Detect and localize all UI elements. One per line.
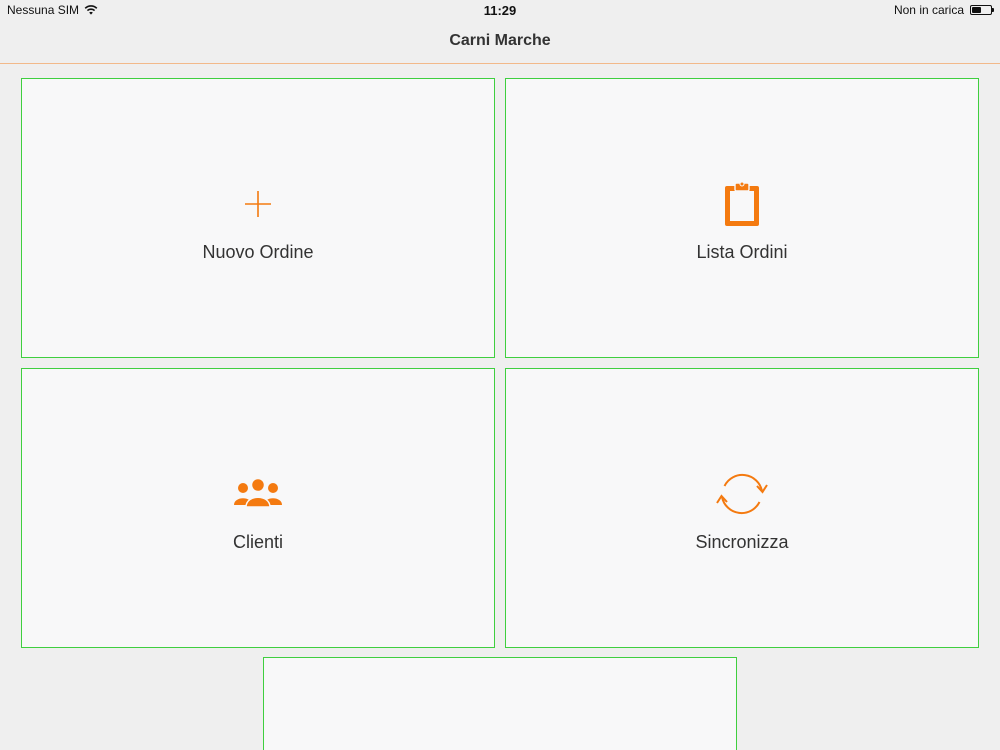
- clients-tile[interactable]: Clienti: [21, 368, 495, 648]
- clients-label: Clienti: [232, 532, 284, 552]
- battery-icon: [970, 5, 994, 15]
- clipboard-icon: [725, 181, 759, 226]
- sync-icon: [716, 473, 768, 515]
- sync-label: Sincronizza: [695, 532, 789, 552]
- order-list-label: Lista Ordini: [696, 242, 788, 262]
- plus-icon: [245, 191, 271, 217]
- battery-status-label: Non in carica: [893, 3, 964, 17]
- sync-tile[interactable]: Sincronizza: [505, 368, 979, 648]
- extra-tile[interactable]: [263, 657, 737, 750]
- navigation-bar: Carni Marche: [0, 20, 1000, 64]
- new-order-tile[interactable]: Nuovo Ordine: [21, 78, 495, 358]
- new-order-label: Nuovo Ordine: [202, 242, 314, 262]
- users-icon: [234, 477, 282, 508]
- status-bar: Nessuna SIM 11:29 Non in carica: [0, 0, 1000, 20]
- page-title: Carni Marche: [449, 32, 551, 49]
- order-list-tile[interactable]: Lista Ordini: [505, 78, 979, 358]
- status-right: Non in carica: [893, 3, 994, 17]
- status-time: 11:29: [483, 3, 517, 18]
